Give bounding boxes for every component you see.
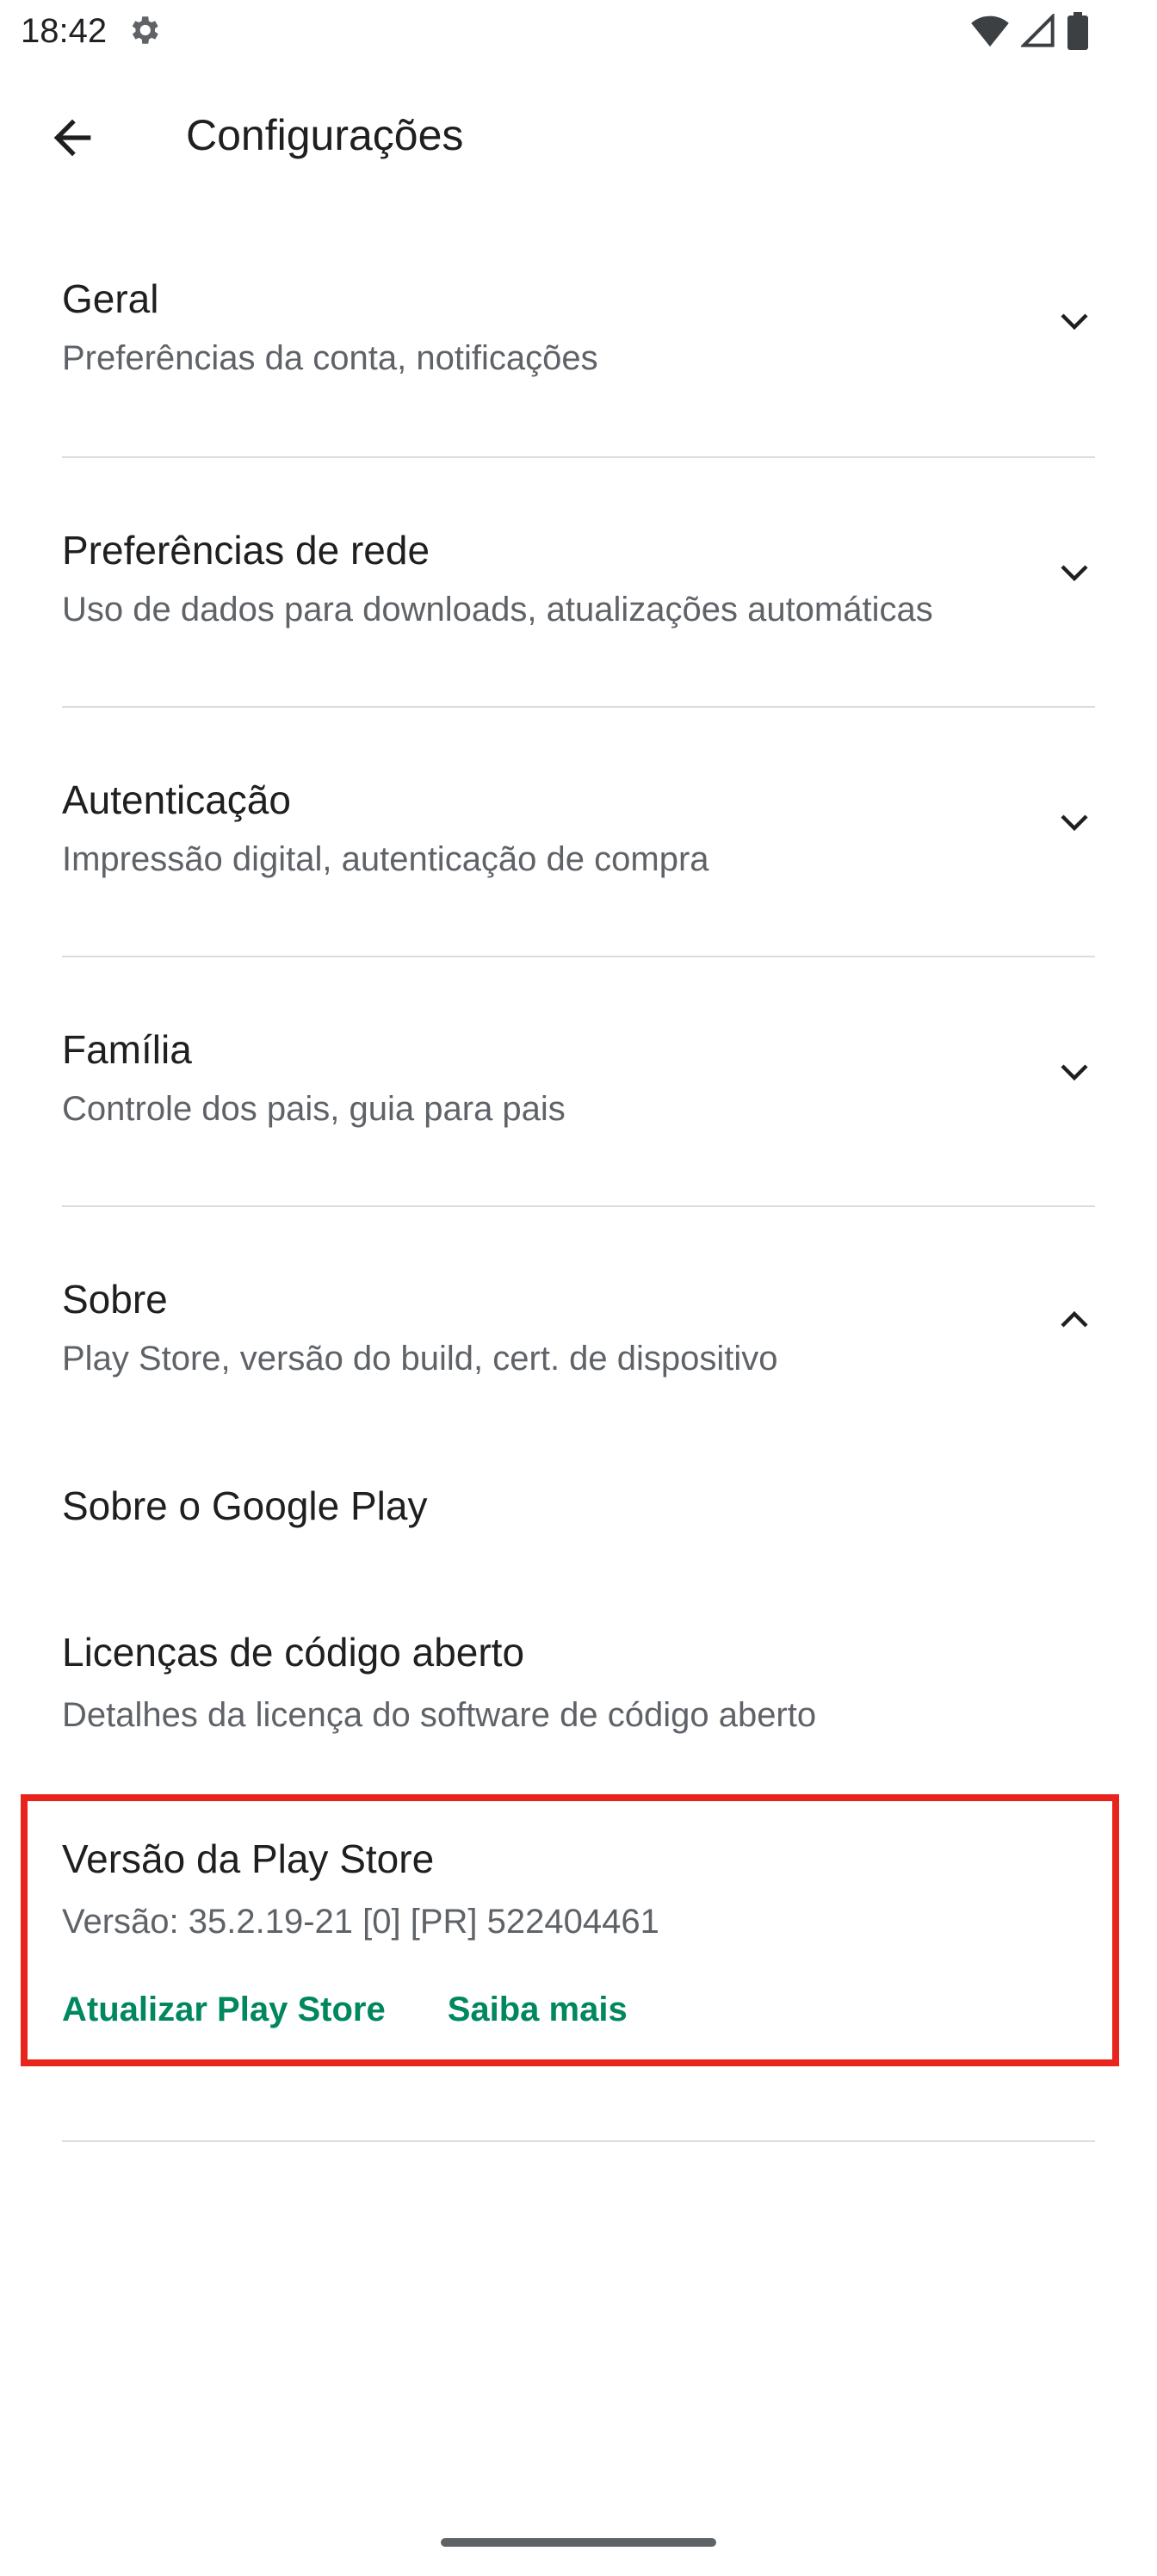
page-title: Configurações [186, 111, 464, 159]
status-time: 18:42 [21, 12, 108, 50]
app-bar: Configurações [0, 86, 1157, 189]
gesture-handle[interactable] [441, 2538, 716, 2547]
arrow-back-icon[interactable] [45, 110, 100, 165]
section-subtitle: Controle dos pais, guia para pais [62, 1090, 566, 1128]
section-geral[interactable]: Geral Preferências da conta, notificaçõe… [62, 276, 1095, 379]
section-authentication[interactable]: Autenticação Impressão digital, autentic… [62, 777, 1095, 880]
battery-icon [1067, 12, 1088, 50]
status-bar: 18:42 [0, 0, 1157, 62]
section-subtitle: Uso de dados para downloads, atualizaçõe… [62, 591, 933, 629]
chevron-down-icon [1061, 313, 1088, 331]
learn-more-link[interactable]: Saiba mais [448, 1991, 628, 2029]
signal-icon [1021, 14, 1055, 47]
section-title: Autenticação [62, 777, 291, 822]
system-icons [971, 12, 1088, 50]
about-google-play-item[interactable]: Sobre o Google Play [62, 1483, 1095, 1529]
section-network[interactable]: Preferências de rede Uso de dados para d… [62, 527, 1095, 630]
divider [62, 706, 1095, 708]
item-title: Versão da Play Store [62, 1836, 435, 1881]
section-subtitle: Impressão digital, autenticação de compr… [62, 840, 709, 878]
divider [62, 1205, 1095, 1207]
item-subtitle: Detalhes da licença do software de códig… [62, 1696, 817, 1734]
gear-icon [132, 16, 158, 44]
section-title: Família [62, 1027, 192, 1072]
chevron-down-icon [1061, 814, 1088, 832]
play-store-version-item: Versão da Play Store Versão: 35.2.19-21 … [62, 1836, 1095, 1941]
version-value: Versão: 35.2.19-21 [0] [PR] 522404461 [62, 1903, 659, 1941]
section-family[interactable]: Família Controle dos pais, guia para pai… [62, 1026, 1095, 1130]
section-about[interactable]: Sobre Play Store, versão do build, cert.… [62, 1276, 1095, 1379]
version-links: Atualizar Play Store Saiba mais [62, 1991, 628, 2029]
section-subtitle: Preferências da conta, notificações [62, 339, 598, 377]
item-title: Licenças de código aberto [62, 1630, 525, 1675]
update-play-store-link[interactable]: Atualizar Play Store [62, 1991, 386, 2029]
divider [62, 456, 1095, 458]
item-title: Sobre o Google Play [62, 1483, 428, 1528]
section-title: Preferências de rede [62, 528, 430, 573]
chevron-up-icon [1061, 1310, 1088, 1328]
divider [62, 2140, 1095, 2142]
chevron-down-icon [1061, 565, 1088, 582]
section-title: Geral [62, 276, 159, 321]
section-title: Sobre [62, 1277, 168, 1322]
section-subtitle: Play Store, versão do build, cert. de di… [62, 1340, 778, 1378]
divider [62, 956, 1095, 957]
open-source-licenses-item[interactable]: Licenças de código aberto Detalhes da li… [62, 1629, 1095, 1735]
chevron-down-icon [1061, 1064, 1088, 1081]
wifi-icon [971, 15, 1009, 47]
